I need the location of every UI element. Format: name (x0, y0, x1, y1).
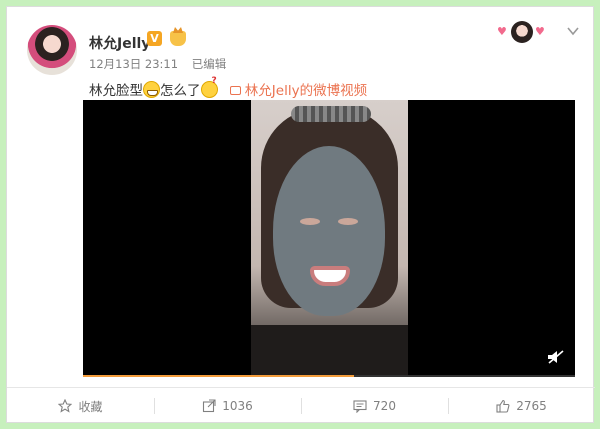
video-link-label: 林允Jelly的微博视频 (244, 83, 368, 99)
post-text-part1: 林允脸型 (89, 83, 143, 99)
chevron-down-icon[interactable] (567, 25, 579, 37)
post-meta: 12月13日 23:11 已编辑 (89, 56, 236, 72)
repost-button[interactable]: 1036 (154, 388, 301, 424)
favorite-button[interactable]: 收藏 (7, 388, 154, 424)
video-face (273, 146, 385, 316)
video-shirt (251, 325, 408, 377)
video-icon (229, 86, 241, 95)
verified-v-icon: V (147, 31, 162, 46)
repost-icon (203, 399, 216, 413)
comment-button[interactable]: 720 (301, 388, 448, 424)
speaker-muted-icon[interactable] (547, 350, 565, 364)
like-button[interactable]: 2765 (448, 388, 595, 424)
puzzled-emoji (200, 76, 218, 98)
crown-icon (170, 31, 186, 46)
video-frame (251, 100, 408, 377)
weibo-post-card: 林允Jelly V 12月13日 23:11 已编辑 ♥ ♥ 林允脸型 怎么了 林… (6, 6, 595, 424)
video-headband (291, 106, 371, 122)
video-progress-fill (83, 375, 354, 377)
post-text-part2: 怎么了 (160, 83, 201, 99)
video-progress-bar[interactable] (83, 375, 575, 377)
post-text: 林允脸型 怎么了 林允Jelly的微博视频 (89, 76, 368, 99)
video-player[interactable] (83, 100, 575, 377)
comment-icon (353, 400, 367, 413)
heart-icon: ♥ (535, 25, 545, 38)
post-timestamp[interactable]: 12月13日 23:11 (89, 57, 178, 71)
video-eye (300, 218, 320, 225)
favorite-label: 收藏 (78, 399, 103, 414)
video-eye (338, 218, 358, 225)
star-icon (58, 399, 73, 413)
video-link[interactable]: 林允Jelly的微博视频 (229, 83, 368, 99)
username[interactable]: 林允Jelly (89, 33, 150, 53)
decoration-avatar (511, 21, 533, 43)
card-decoration: ♥ ♥ (497, 21, 547, 43)
repost-count: 1036 (222, 399, 253, 413)
comment-count: 720 (373, 399, 396, 413)
like-count: 2765 (516, 399, 547, 413)
avatar[interactable] (27, 25, 77, 75)
edited-label: 已编辑 (191, 57, 227, 71)
thumbs-up-icon (496, 399, 510, 413)
video-mouth (310, 266, 350, 286)
action-bar: 收藏 1036 720 2765 (7, 388, 595, 424)
heart-icon: ♥ (497, 25, 507, 38)
grin-emoji (143, 81, 160, 98)
